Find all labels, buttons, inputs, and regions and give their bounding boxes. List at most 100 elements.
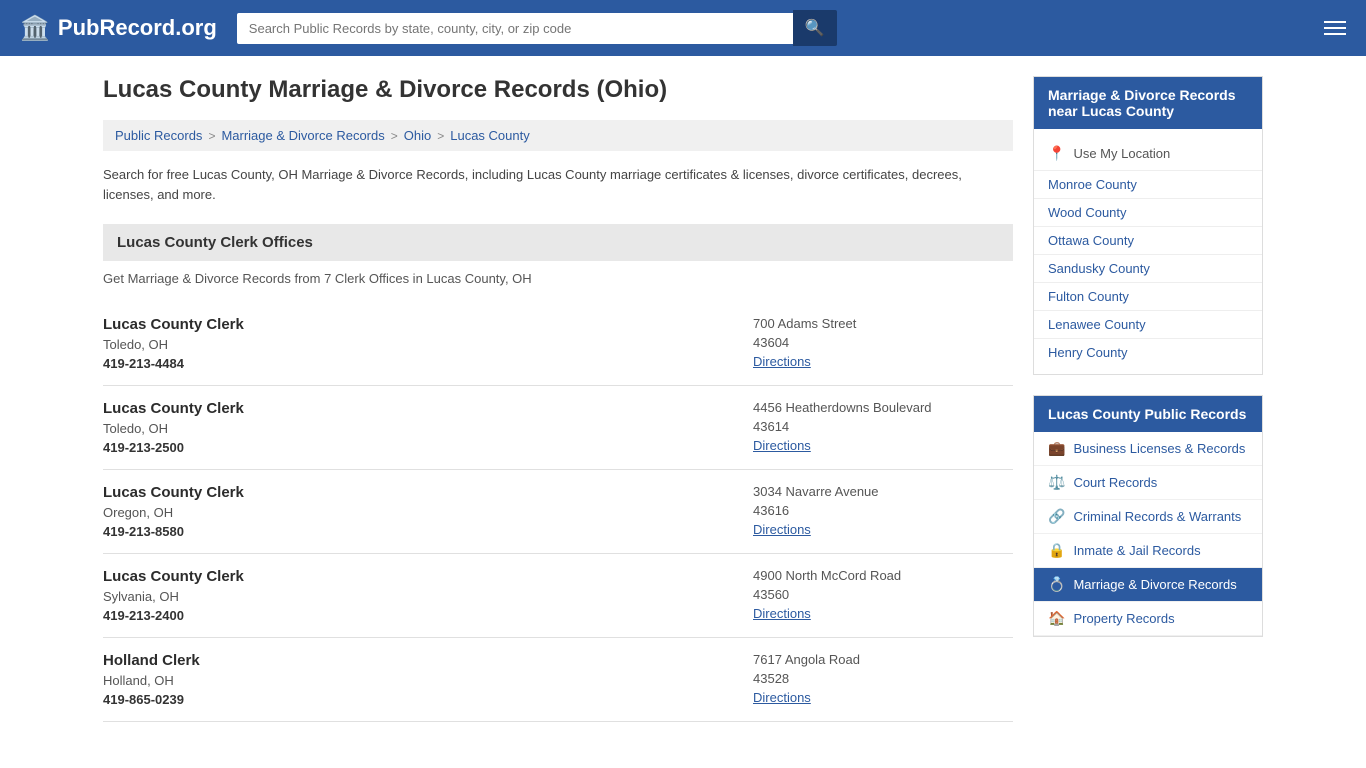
clerk-address-0: 700 Adams Street	[753, 316, 1013, 331]
clerk-left-0: Lucas County Clerk Toledo, OH 419-213-44…	[103, 316, 753, 371]
public-records-list: 💼 Business Licenses & Records ⚖️ Court R…	[1034, 432, 1262, 636]
clerk-left-3: Lucas County Clerk Sylvania, OH 419-213-…	[103, 568, 753, 623]
record-icon-3: 🔒	[1048, 542, 1065, 559]
section-desc: Get Marriage & Divorce Records from 7 Cl…	[103, 271, 1013, 286]
clerk-list: Lucas County Clerk Toledo, OH 419-213-44…	[103, 302, 1013, 722]
nearby-county-2[interactable]: Ottawa County	[1034, 226, 1262, 254]
clerk-city-4: Holland, OH	[103, 673, 753, 688]
nearby-county-3[interactable]: Sandusky County	[1034, 254, 1262, 282]
directions-link-1[interactable]: Directions	[753, 438, 811, 453]
clerk-address-1: 4456 Heatherdowns Boulevard	[753, 400, 1013, 415]
search-button[interactable]: 🔍	[793, 10, 837, 46]
content-area: Lucas County Marriage & Divorce Records …	[103, 76, 1013, 722]
record-label-2: Criminal Records & Warrants	[1073, 509, 1241, 524]
hamburger-menu-button[interactable]	[1324, 17, 1346, 39]
record-label-3: Inmate & Jail Records	[1073, 543, 1200, 558]
breadcrumb-sep-1: >	[208, 129, 215, 143]
clerk-name-4: Holland Clerk	[103, 652, 753, 669]
nearby-counties: Monroe CountyWood CountyOttawa CountySan…	[1034, 170, 1262, 366]
search-bar: 🔍	[237, 10, 837, 46]
directions-link-2[interactable]: Directions	[753, 522, 811, 537]
directions-link-4[interactable]: Directions	[753, 690, 811, 705]
clerk-zip-1: 43614	[753, 419, 1013, 434]
clerk-zip-3: 43560	[753, 587, 1013, 602]
nearby-county-4[interactable]: Fulton County	[1034, 282, 1262, 310]
nearby-county-5[interactable]: Lenawee County	[1034, 310, 1262, 338]
sidebar-public-records-title: Lucas County Public Records	[1034, 396, 1262, 432]
use-location-label: Use My Location	[1073, 146, 1170, 161]
clerk-left-1: Lucas County Clerk Toledo, OH 419-213-25…	[103, 400, 753, 455]
nearby-county-0[interactable]: Monroe County	[1034, 170, 1262, 198]
sidebar-public-records: Lucas County Public Records 💼 Business L…	[1033, 395, 1263, 637]
clerk-entry: Lucas County Clerk Sylvania, OH 419-213-…	[103, 554, 1013, 638]
clerk-phone-3: 419-213-2400	[103, 608, 753, 623]
clerk-phone-0: 419-213-4484	[103, 356, 753, 371]
clerk-phone-2: 419-213-8580	[103, 524, 753, 539]
public-record-item-3[interactable]: 🔒 Inmate & Jail Records	[1034, 534, 1262, 568]
clerk-address-3: 4900 North McCord Road	[753, 568, 1013, 583]
clerk-right-3: 4900 North McCord Road 43560 Directions	[753, 568, 1013, 623]
clerk-city-3: Sylvania, OH	[103, 589, 753, 604]
clerk-right-1: 4456 Heatherdowns Boulevard 43614 Direct…	[753, 400, 1013, 455]
clerk-left-2: Lucas County Clerk Oregon, OH 419-213-85…	[103, 484, 753, 539]
sidebar-nearby-list: 📍 Use My Location Monroe CountyWood Coun…	[1034, 129, 1262, 374]
location-icon: 📍	[1048, 145, 1065, 162]
breadcrumb-sep-3: >	[437, 129, 444, 143]
use-location[interactable]: 📍 Use My Location	[1034, 137, 1262, 170]
record-label-1: Court Records	[1073, 475, 1157, 490]
clerk-name-3: Lucas County Clerk	[103, 568, 753, 585]
record-icon-4: 💍	[1048, 576, 1065, 593]
public-record-item-0[interactable]: 💼 Business Licenses & Records	[1034, 432, 1262, 466]
section-header: Lucas County Clerk Offices	[103, 224, 1013, 261]
clerk-phone-1: 419-213-2500	[103, 440, 753, 455]
clerk-right-4: 7617 Angola Road 43528 Directions	[753, 652, 1013, 707]
clerk-phone-4: 419-865-0239	[103, 692, 753, 707]
clerk-name-1: Lucas County Clerk	[103, 400, 753, 417]
directions-link-3[interactable]: Directions	[753, 606, 811, 621]
header: 🏛️ PubRecord.org 🔍	[0, 0, 1366, 56]
clerk-entry: Lucas County Clerk Oregon, OH 419-213-85…	[103, 470, 1013, 554]
search-input[interactable]	[237, 13, 793, 44]
record-label-0: Business Licenses & Records	[1073, 441, 1245, 456]
breadcrumb-public-records[interactable]: Public Records	[115, 128, 202, 143]
record-label-5: Property Records	[1073, 611, 1174, 626]
breadcrumb-marriage-divorce[interactable]: Marriage & Divorce Records	[221, 128, 384, 143]
clerk-entry: Holland Clerk Holland, OH 419-865-0239 7…	[103, 638, 1013, 722]
clerk-entry: Lucas County Clerk Toledo, OH 419-213-25…	[103, 386, 1013, 470]
page-title: Lucas County Marriage & Divorce Records …	[103, 76, 1013, 104]
clerk-entry: Lucas County Clerk Toledo, OH 419-213-44…	[103, 302, 1013, 386]
breadcrumb-ohio[interactable]: Ohio	[404, 128, 431, 143]
nearby-county-6[interactable]: Henry County	[1034, 338, 1262, 366]
record-icon-0: 💼	[1048, 440, 1065, 457]
breadcrumb: Public Records > Marriage & Divorce Reco…	[103, 120, 1013, 151]
breadcrumb-lucas-county[interactable]: Lucas County	[450, 128, 530, 143]
logo-icon: 🏛️	[20, 14, 50, 43]
clerk-zip-0: 43604	[753, 335, 1013, 350]
nearby-county-1[interactable]: Wood County	[1034, 198, 1262, 226]
clerk-right-0: 700 Adams Street 43604 Directions	[753, 316, 1013, 371]
clerk-city-2: Oregon, OH	[103, 505, 753, 520]
record-icon-1: ⚖️	[1048, 474, 1065, 491]
public-record-item-1[interactable]: ⚖️ Court Records	[1034, 466, 1262, 500]
sidebar: Marriage & Divorce Records near Lucas Co…	[1033, 76, 1263, 722]
clerk-right-2: 3034 Navarre Avenue 43616 Directions	[753, 484, 1013, 539]
main-container: Lucas County Marriage & Divorce Records …	[83, 56, 1283, 742]
record-label-4: Marriage & Divorce Records	[1073, 577, 1236, 592]
sidebar-nearby: Marriage & Divorce Records near Lucas Co…	[1033, 76, 1263, 375]
public-record-item-5[interactable]: 🏠 Property Records	[1034, 602, 1262, 636]
clerk-zip-2: 43616	[753, 503, 1013, 518]
clerk-address-2: 3034 Navarre Avenue	[753, 484, 1013, 499]
logo[interactable]: 🏛️ PubRecord.org	[20, 14, 217, 43]
sidebar-nearby-title: Marriage & Divorce Records near Lucas Co…	[1034, 77, 1262, 129]
intro-text: Search for free Lucas County, OH Marriag…	[103, 165, 1013, 204]
clerk-zip-4: 43528	[753, 671, 1013, 686]
directions-link-0[interactable]: Directions	[753, 354, 811, 369]
public-record-item-4[interactable]: 💍 Marriage & Divorce Records	[1034, 568, 1262, 602]
clerk-name-2: Lucas County Clerk	[103, 484, 753, 501]
clerk-city-1: Toledo, OH	[103, 421, 753, 436]
clerk-name-0: Lucas County Clerk	[103, 316, 753, 333]
record-icon-2: 🔗	[1048, 508, 1065, 525]
clerk-city-0: Toledo, OH	[103, 337, 753, 352]
public-record-item-2[interactable]: 🔗 Criminal Records & Warrants	[1034, 500, 1262, 534]
breadcrumb-sep-2: >	[391, 129, 398, 143]
